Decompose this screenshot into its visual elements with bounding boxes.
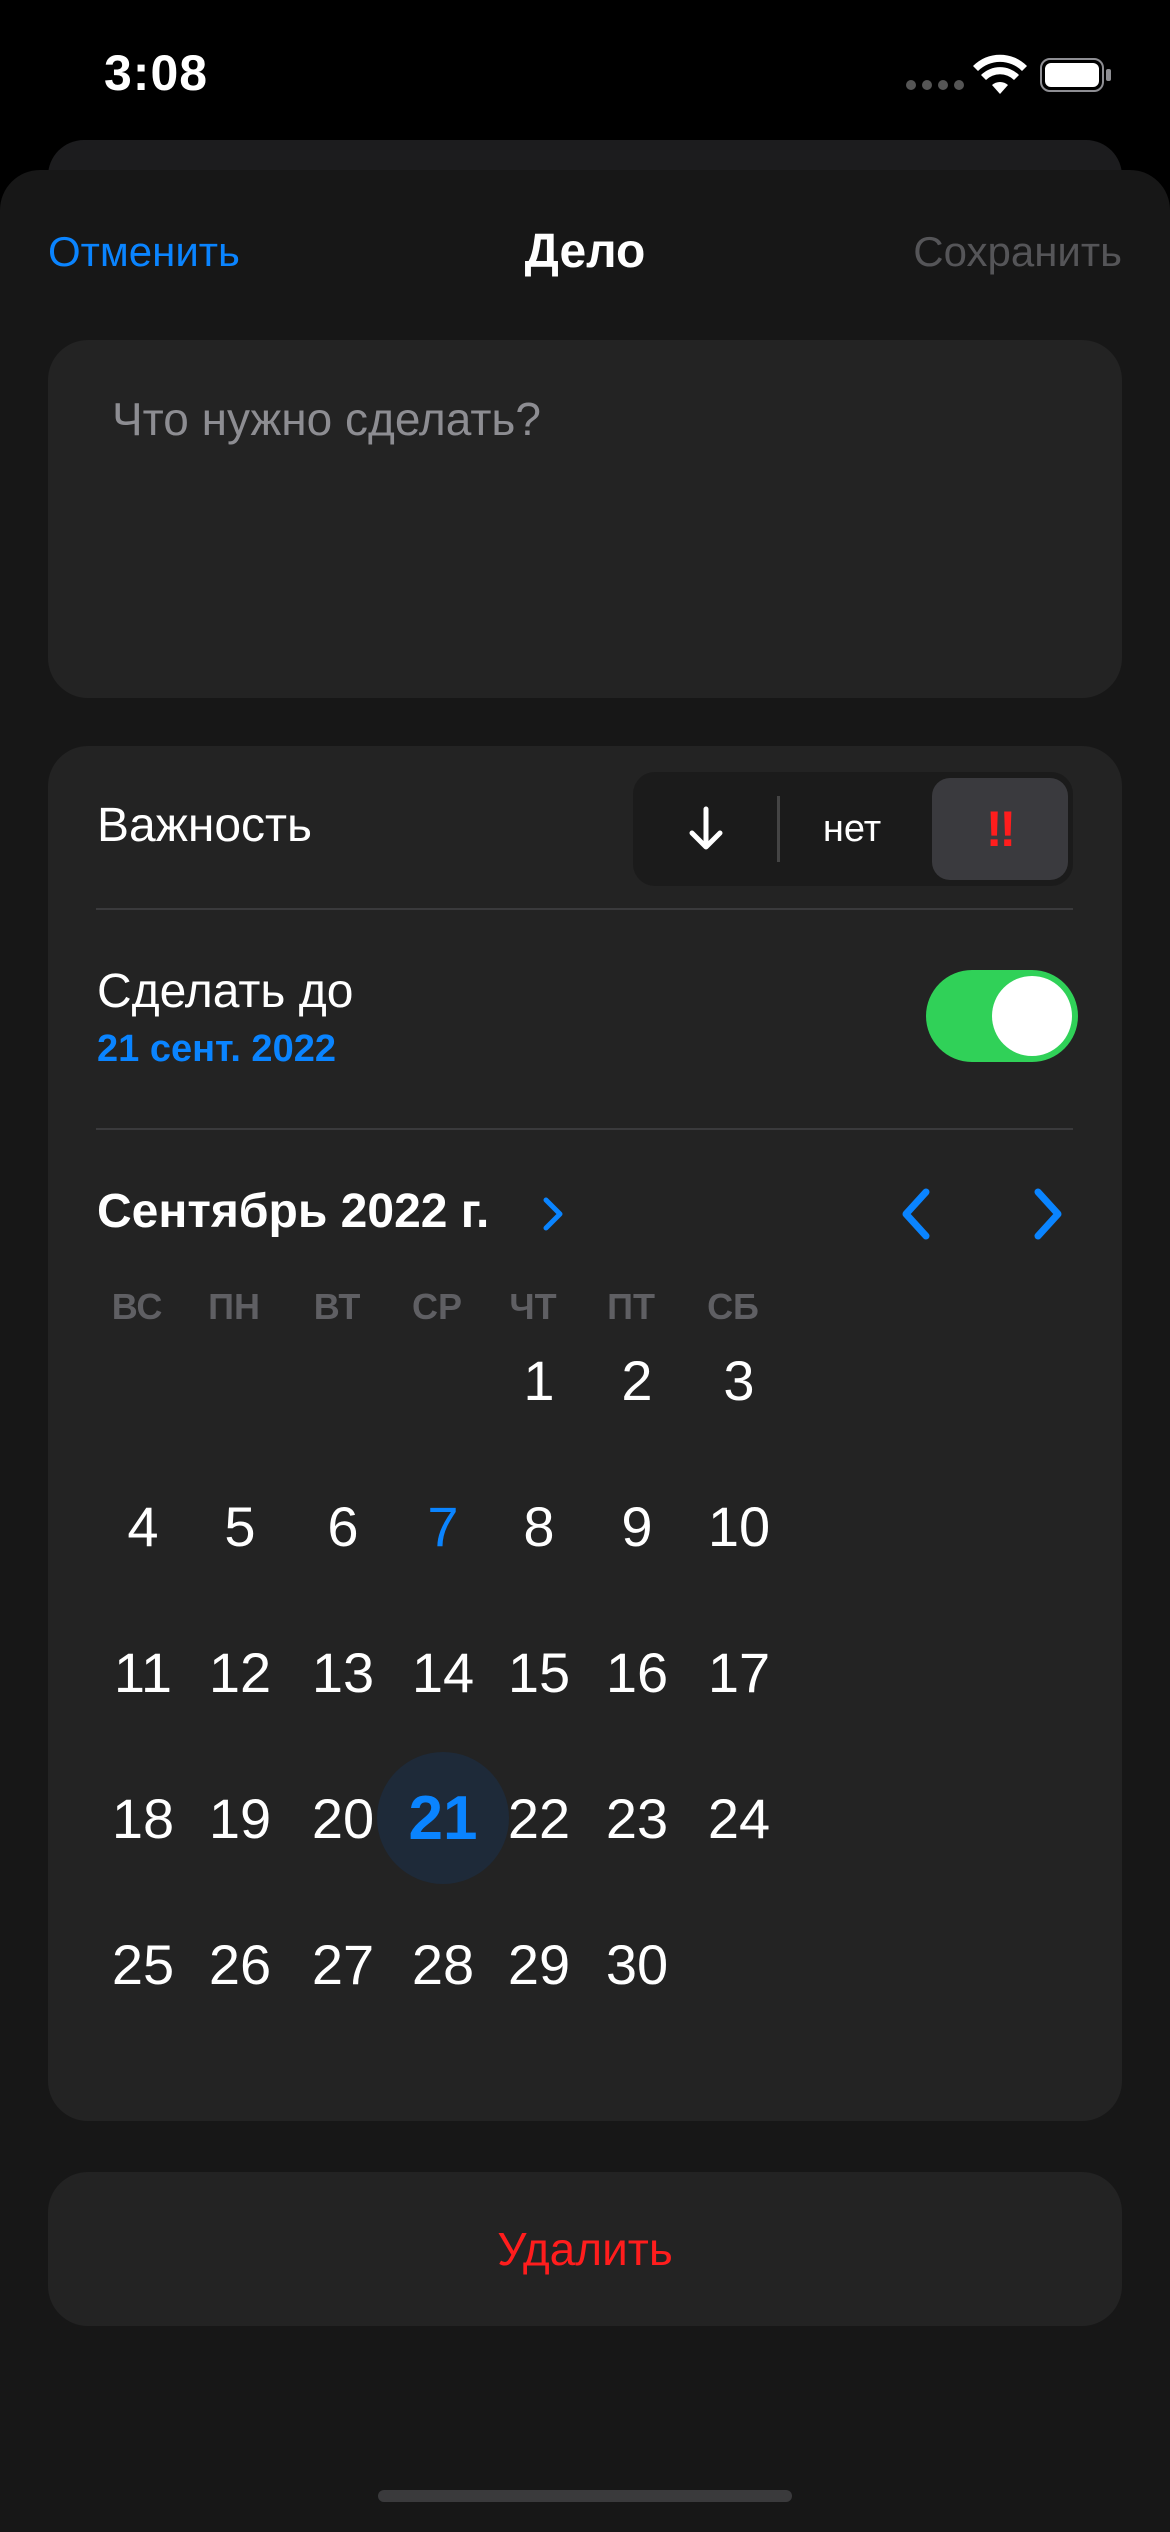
- status-bar: 3:08: [0, 0, 1170, 150]
- importance-high-option[interactable]: ‼: [932, 778, 1068, 880]
- calendar-day[interactable]: 30: [571, 1898, 703, 2030]
- deadline-label: Сделать до: [97, 965, 354, 1018]
- calendar-day[interactable]: 10: [673, 1460, 805, 1592]
- wifi-icon: [973, 54, 1027, 94]
- deadline-date-link[interactable]: 21 сент. 2022: [97, 1028, 336, 1071]
- cellular-signal-icon: [906, 80, 964, 90]
- delete-button[interactable]: Удалить: [48, 2172, 1122, 2326]
- calendar-day[interactable]: 17: [673, 1606, 805, 1738]
- month-year-button[interactable]: Сентябрь 2022 г.: [97, 1184, 489, 1239]
- importance-low-option[interactable]: [633, 772, 779, 886]
- importance-label: Важность: [97, 799, 313, 852]
- calendar-day[interactable]: 3: [673, 1314, 805, 1446]
- next-month-button[interactable]: [1018, 1178, 1078, 1250]
- previous-month-button[interactable]: [886, 1178, 946, 1250]
- chevron-right-icon[interactable]: [534, 1184, 574, 1244]
- importance-segmented-control: нет ‼: [633, 772, 1073, 886]
- status-time: 3:08: [104, 45, 209, 101]
- arrow-down-icon: [689, 806, 723, 850]
- task-text-input[interactable]: Что нужно сделать?: [48, 340, 1122, 698]
- task-text-placeholder: Что нужно сделать?: [112, 393, 541, 445]
- save-button[interactable]: Сохранить: [913, 228, 1122, 276]
- importance-none-option[interactable]: нет: [779, 772, 925, 886]
- settings-card: Важность нет ‼ Сделать до 21 сент. 2022 …: [48, 746, 1122, 2121]
- calendar-day[interactable]: 24: [673, 1752, 805, 1884]
- deadline-toggle[interactable]: [926, 970, 1078, 1062]
- divider: [96, 1128, 1073, 1130]
- home-indicator: [378, 2490, 792, 2502]
- battery-icon: [1040, 58, 1111, 92]
- divider: [96, 908, 1073, 910]
- weekday-header: ВС ПН ВТ СР ЧТ ПТ СБ: [48, 1286, 1122, 1336]
- toggle-knob: [992, 976, 1072, 1056]
